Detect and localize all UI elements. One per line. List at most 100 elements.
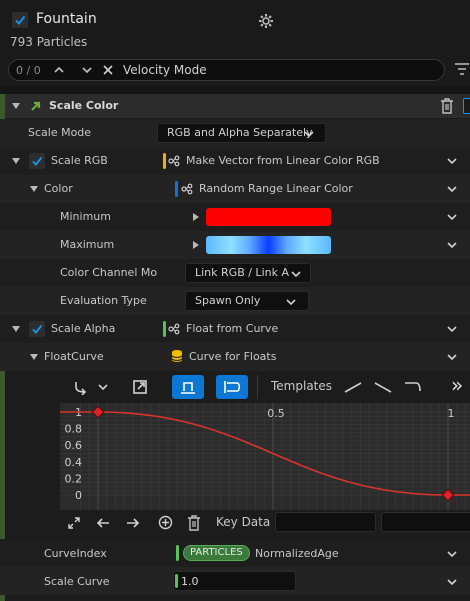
open-external-icon[interactable] [133,380,147,394]
scale-curve-row: Scale Curve 1.0 [0,567,470,595]
maximum-dropdown-icon[interactable] [446,239,458,251]
expand-icon[interactable] [68,517,80,529]
color-label: Color [44,182,73,195]
more-templates-button[interactable]: » [451,373,463,397]
next-match-icon[interactable] [82,65,92,75]
dynamic-input-indicator [176,545,179,561]
curve-graph[interactable]: 0.5110.80.60.40.20 [60,403,470,510]
templates-label: Templates [271,379,333,393]
fit-horizontal-icon [181,382,195,394]
curve-index-value[interactable]: NormalizedAge [255,547,339,560]
float-curve-dropdown-icon[interactable] [446,351,458,363]
template-linear-down-icon[interactable] [373,381,393,393]
database-icon [171,350,183,362]
color-row: Color Random Range Linear Color [0,175,470,203]
template-linear-up-icon[interactable] [343,381,363,393]
scale-curve-dropdown-icon[interactable] [446,576,458,588]
scale-curve-value: 1.0 [181,575,199,588]
chevron-down-icon [304,131,314,138]
emitter-header: Fountain 793 Particles [0,0,470,56]
key-value-input[interactable] [381,512,470,532]
float-curve-value[interactable]: Curve for Floats [189,350,276,363]
search-match-counter: 0 / 0 [16,64,41,77]
scale-curve-label: Scale Curve [44,575,110,588]
float-curve-collapse-arrow[interactable] [30,354,38,360]
maximum-label: Maximum [60,238,115,251]
color-value[interactable]: Random Range Linear Color [199,182,353,195]
scale-mode-label: Scale Mode [28,126,92,139]
scale-rgb-row: Scale RGB Make Vector from Linear Color … [0,147,470,175]
fit-horizontal-button[interactable] [172,375,204,399]
scale-rgb-collapse-arrow[interactable] [12,158,20,164]
curve-view-icon[interactable] [73,379,89,395]
scale-rgb-checkbox[interactable] [29,153,45,169]
search-input[interactable]: 0 / 0 Velocity Mode [8,59,445,81]
evaluation-type-dropdown[interactable]: Spawn Only [185,291,309,311]
minimum-dropdown-icon[interactable] [446,211,458,223]
check-icon [32,324,43,335]
chevron-down-icon[interactable] [97,381,109,393]
previous-match-icon[interactable] [54,65,64,75]
dynamic-input-indicator [163,153,166,169]
curve-index-dropdown-icon[interactable] [446,548,458,560]
dynamic-input-icon [168,323,180,335]
arrow-left-icon[interactable] [96,517,110,529]
curve-index-label: CurveIndex [44,547,107,560]
filter-icon[interactable] [455,63,469,75]
y-tick-label: 0.2 [65,472,83,485]
scale-alpha-label: Scale Alpha [51,322,116,335]
curve-plot: 0.5110.80.60.40.20 [60,403,470,510]
particles-badge-text: PARTICLES [190,547,243,558]
evaluation-type-value: Spawn Only [195,294,261,307]
fit-vertical-icon [224,381,241,393]
particle-count: 793 Particles [10,35,88,49]
key-time-input[interactable] [275,512,376,532]
scale-rgb-value[interactable]: Make Vector from Linear Color RGB [186,154,380,167]
gear-icon[interactable] [258,13,274,29]
y-tick-label: 0 [75,489,82,502]
scale-alpha-dropdown-icon[interactable] [446,323,458,335]
evaluation-type-label: Evaluation Type [60,294,147,307]
emitter-enable-checkbox[interactable] [12,12,28,28]
scale-alpha-value[interactable]: Float from Curve [186,322,278,335]
minimum-expand-arrow[interactable] [193,213,199,221]
scale-alpha-row: Scale Alpha Float from Curve [0,315,470,343]
color-channel-row: Color Channel Mo Link RGB / Link A [0,259,470,287]
scale-curve-input[interactable]: 1.0 [173,571,296,591]
minimum-color-swatch[interactable] [206,208,331,226]
color-collapse-arrow[interactable] [30,186,38,192]
arrow-right-icon[interactable] [126,517,140,529]
fit-vertical-button[interactable] [216,375,248,399]
chevron-down-icon [291,271,301,278]
curve-toolbar: Templates » [60,371,470,403]
scale-alpha-collapse-arrow[interactable] [12,326,20,332]
module-enable-checkbox[interactable] [463,98,470,114]
key-data-label: Key Data [216,515,271,529]
color-dropdown-icon[interactable] [446,183,458,195]
scale-alpha-checkbox[interactable] [29,321,45,337]
y-tick-label: 0.6 [65,439,83,452]
scale-mode-row: Scale Mode RGB and Alpha Separately [0,119,470,147]
module-header: Scale Color [5,94,470,118]
scale-mode-value: RGB and Alpha Separately [167,126,313,139]
delete-key-icon[interactable] [187,515,201,531]
template-ease-icon[interactable] [403,380,423,394]
color-channel-dropdown[interactable]: Link RGB / Link A [185,263,311,283]
delete-module-icon[interactable] [440,98,454,114]
add-key-icon[interactable] [158,515,173,530]
curve-bottom-toolbar: Key Data [60,510,470,538]
y-tick-label: 0.8 [65,423,83,436]
toolbar-divider [257,375,258,399]
check-icon [15,15,26,26]
color-channel-label: Color Channel Mo [60,266,158,279]
color-channel-value: Link RGB / Link A [195,266,289,279]
maximum-expand-arrow[interactable] [193,241,199,249]
search-bar: 0 / 0 Velocity Mode [0,56,470,86]
float-curve-row: FloatCurve Curve for Floats [0,343,470,371]
maximum-color-swatch[interactable] [206,236,331,254]
module-arrow-icon [31,101,41,111]
scale-rgb-dropdown-icon[interactable] [446,155,458,167]
module-collapse-arrow[interactable] [12,103,20,109]
scale-mode-dropdown[interactable]: RGB and Alpha Separately [157,123,326,143]
clear-search-icon[interactable] [103,65,113,75]
